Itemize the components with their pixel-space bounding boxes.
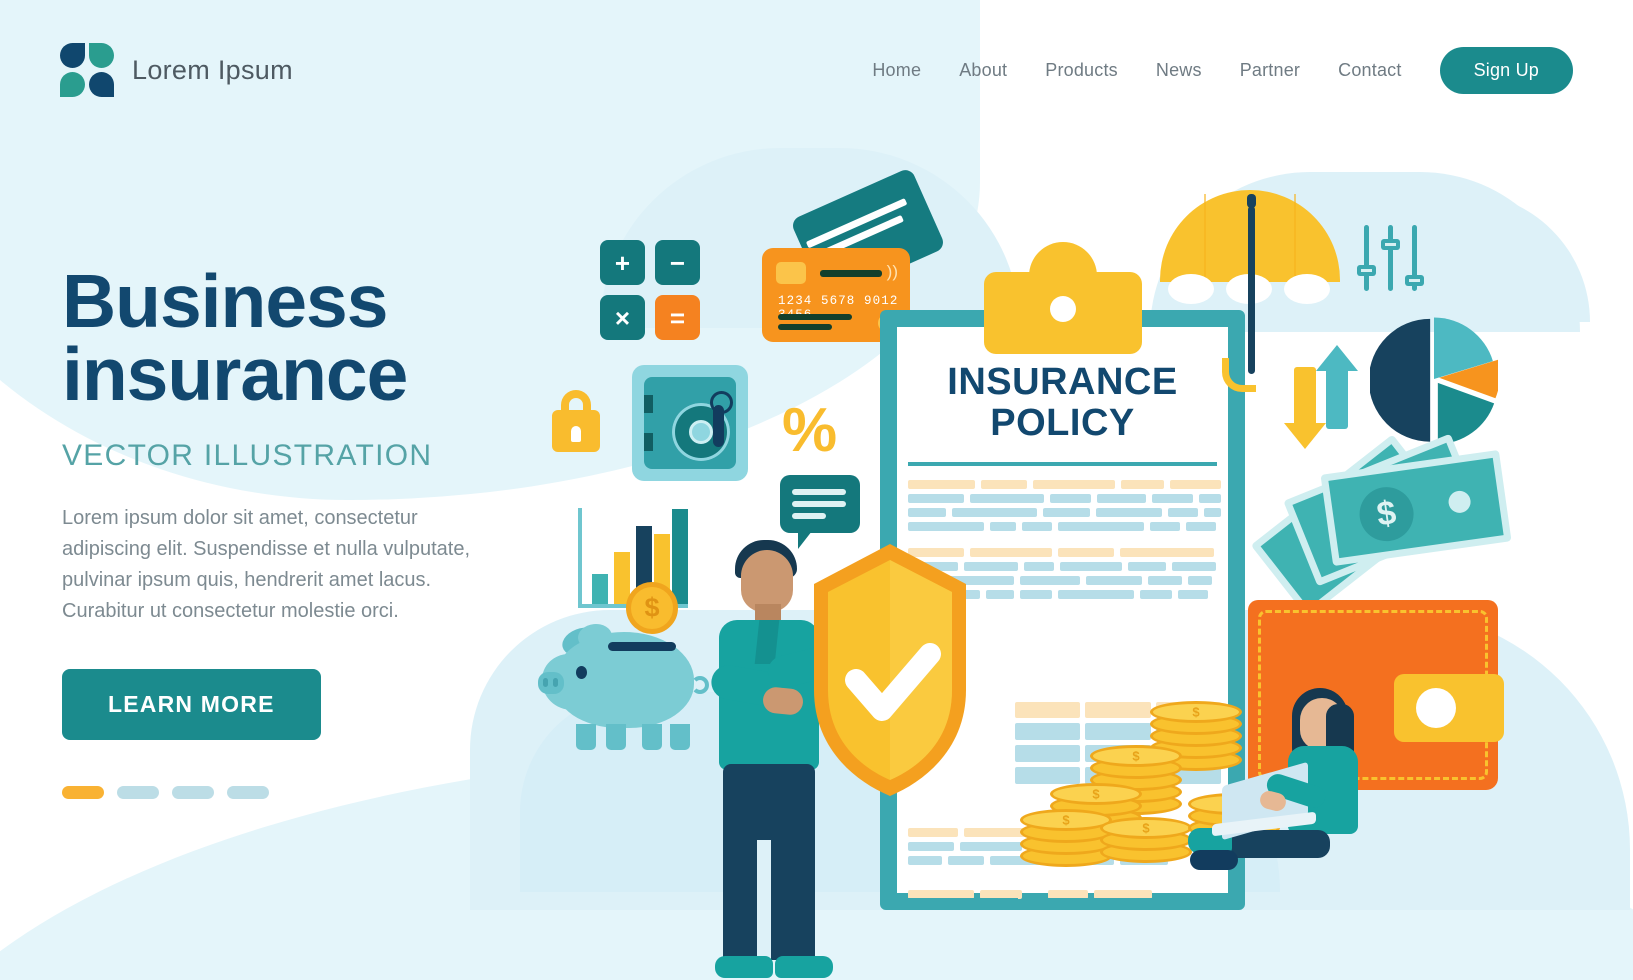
percent-icon: % — [782, 396, 838, 465]
calculator-key-equals: = — [655, 295, 700, 340]
hero-content: Business insurance VECTOR ILLUSTRATION L… — [62, 264, 562, 799]
brand-name: Lorem Ipsum — [132, 54, 293, 85]
brand-logo[interactable]: Lorem Ipsum — [60, 43, 293, 97]
pagination-dot-1[interactable] — [62, 785, 104, 799]
pagination-dot-2[interactable] — [117, 785, 159, 799]
page-title-line2: insurance — [62, 331, 408, 416]
shield-check-icon — [810, 540, 970, 800]
calculator-icon: + − × = — [600, 240, 700, 340]
site-header: Lorem Ipsum Home About Products News Par… — [0, 0, 1633, 140]
sliders-icon — [1357, 225, 1426, 295]
learn-more-button[interactable]: LEARN MORE — [62, 668, 321, 740]
nav-item-about[interactable]: About — [959, 60, 1007, 81]
calculator-key-times: × — [600, 295, 645, 340]
contactless-wave-icon: )) — [886, 262, 898, 281]
pie-chart-icon — [1368, 315, 1500, 445]
arrows-updown-icon — [1284, 345, 1366, 455]
woman-character — [1188, 688, 1440, 888]
nav-item-home[interactable]: Home — [872, 60, 921, 81]
calculator-key-plus: + — [600, 240, 645, 285]
nav-item-contact[interactable]: Contact — [1338, 60, 1401, 81]
page-title: Business insurance — [62, 264, 562, 412]
piggy-bank-icon: $ — [538, 582, 709, 750]
gold-coin-icon: $ — [626, 582, 678, 634]
calculator-key-minus: − — [655, 240, 700, 285]
nav-item-news[interactable]: News — [1156, 60, 1202, 81]
hero-subtitle: VECTOR ILLUSTRATION — [62, 438, 433, 472]
hero-illustration: + − × = % $)) 1234 5678 9012 INSURANCE … — [500, 120, 1630, 978]
pagination-dot-3[interactable] — [172, 785, 214, 799]
card-chip-icon — [776, 262, 806, 284]
sign-up-button[interactable]: Sign Up — [1439, 46, 1573, 94]
landing-page: Lorem Ipsum Home About Products News Par… — [0, 0, 1633, 980]
carousel-pagination — [62, 785, 562, 799]
document-title-line1: INSURANCE — [947, 361, 1178, 403]
document-title-line2: POLICY — [990, 402, 1135, 445]
pagination-dot-4[interactable] — [227, 785, 269, 799]
hero-body-text: Lorem ipsum dolor sit amet, consectetur … — [62, 506, 471, 622]
four-petal-logo-icon — [60, 43, 114, 97]
nav-item-products[interactable]: Products — [1045, 60, 1118, 81]
page-title-line1: Business — [62, 259, 388, 343]
safe-icon — [632, 365, 748, 481]
main-navigation: Home About Products News Partner Contact… — [872, 46, 1573, 94]
nav-item-partner[interactable]: Partner — [1240, 60, 1300, 81]
